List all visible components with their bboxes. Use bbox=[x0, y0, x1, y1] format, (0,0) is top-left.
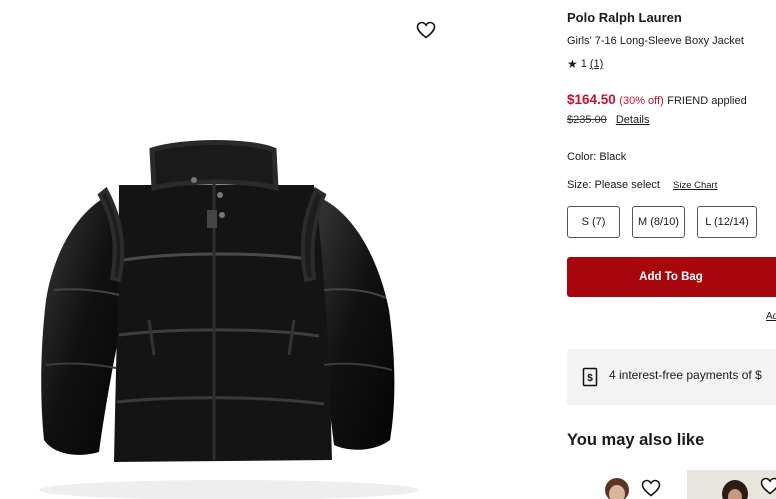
product-name: Girls' 7-16 Long-Sleeve Boxy Jacket bbox=[567, 35, 744, 47]
rating: ★ 1 (1) bbox=[567, 57, 603, 71]
wishlist-heart-icon[interactable] bbox=[412, 17, 440, 43]
product-info-panel: Polo Ralph Lauren Girls' 7-16 Long-Sleev… bbox=[567, 0, 776, 499]
promo-applied: FRIEND applied bbox=[667, 95, 747, 107]
svg-text:$: $ bbox=[587, 373, 593, 384]
add-to-bag-button[interactable]: Add To Bag bbox=[567, 257, 776, 297]
star-icon: ★ bbox=[567, 57, 578, 71]
add-to-list-link[interactable]: Ad bbox=[766, 311, 776, 322]
recommendation-heart-icon[interactable] bbox=[759, 476, 776, 496]
size-row: Size: Please select Size Chart bbox=[567, 179, 717, 191]
size-option-s[interactable]: S (7) bbox=[567, 206, 620, 238]
size-label: Size: Please select bbox=[567, 179, 660, 191]
payment-banner[interactable]: $ 4 interest-free payments of $ bbox=[567, 349, 776, 405]
size-option-l[interactable]: L (12/14) bbox=[697, 206, 757, 238]
product-image[interactable] bbox=[24, 140, 454, 499]
size-option-m[interactable]: M (8/10) bbox=[632, 206, 685, 238]
recommendations-title: You may also like bbox=[567, 431, 705, 449]
discount-percent: (30% off) bbox=[619, 95, 664, 107]
size-options: S (7) M (8/10) L (12/14) bbox=[567, 206, 757, 238]
recommendation-heart-icon[interactable] bbox=[640, 478, 662, 498]
payment-text: 4 interest-free payments of $ bbox=[609, 368, 762, 382]
brand-name[interactable]: Polo Ralph Lauren bbox=[567, 10, 682, 25]
color-label: Color: Black bbox=[567, 151, 627, 163]
details-link[interactable]: Details bbox=[616, 114, 650, 126]
rating-value: 1 bbox=[580, 58, 587, 70]
size-chart-link[interactable]: Size Chart bbox=[673, 180, 717, 191]
review-count-link[interactable]: (1) bbox=[590, 58, 603, 70]
original-price-row: $235.00 Details bbox=[567, 114, 649, 126]
product-gallery bbox=[0, 0, 545, 499]
price-row: $164.50 (30% off) FRIEND applied bbox=[567, 92, 747, 107]
sale-price: $164.50 bbox=[567, 92, 616, 107]
original-price: $235.00 bbox=[567, 114, 607, 126]
dollar-tag-icon: $ bbox=[582, 367, 598, 387]
